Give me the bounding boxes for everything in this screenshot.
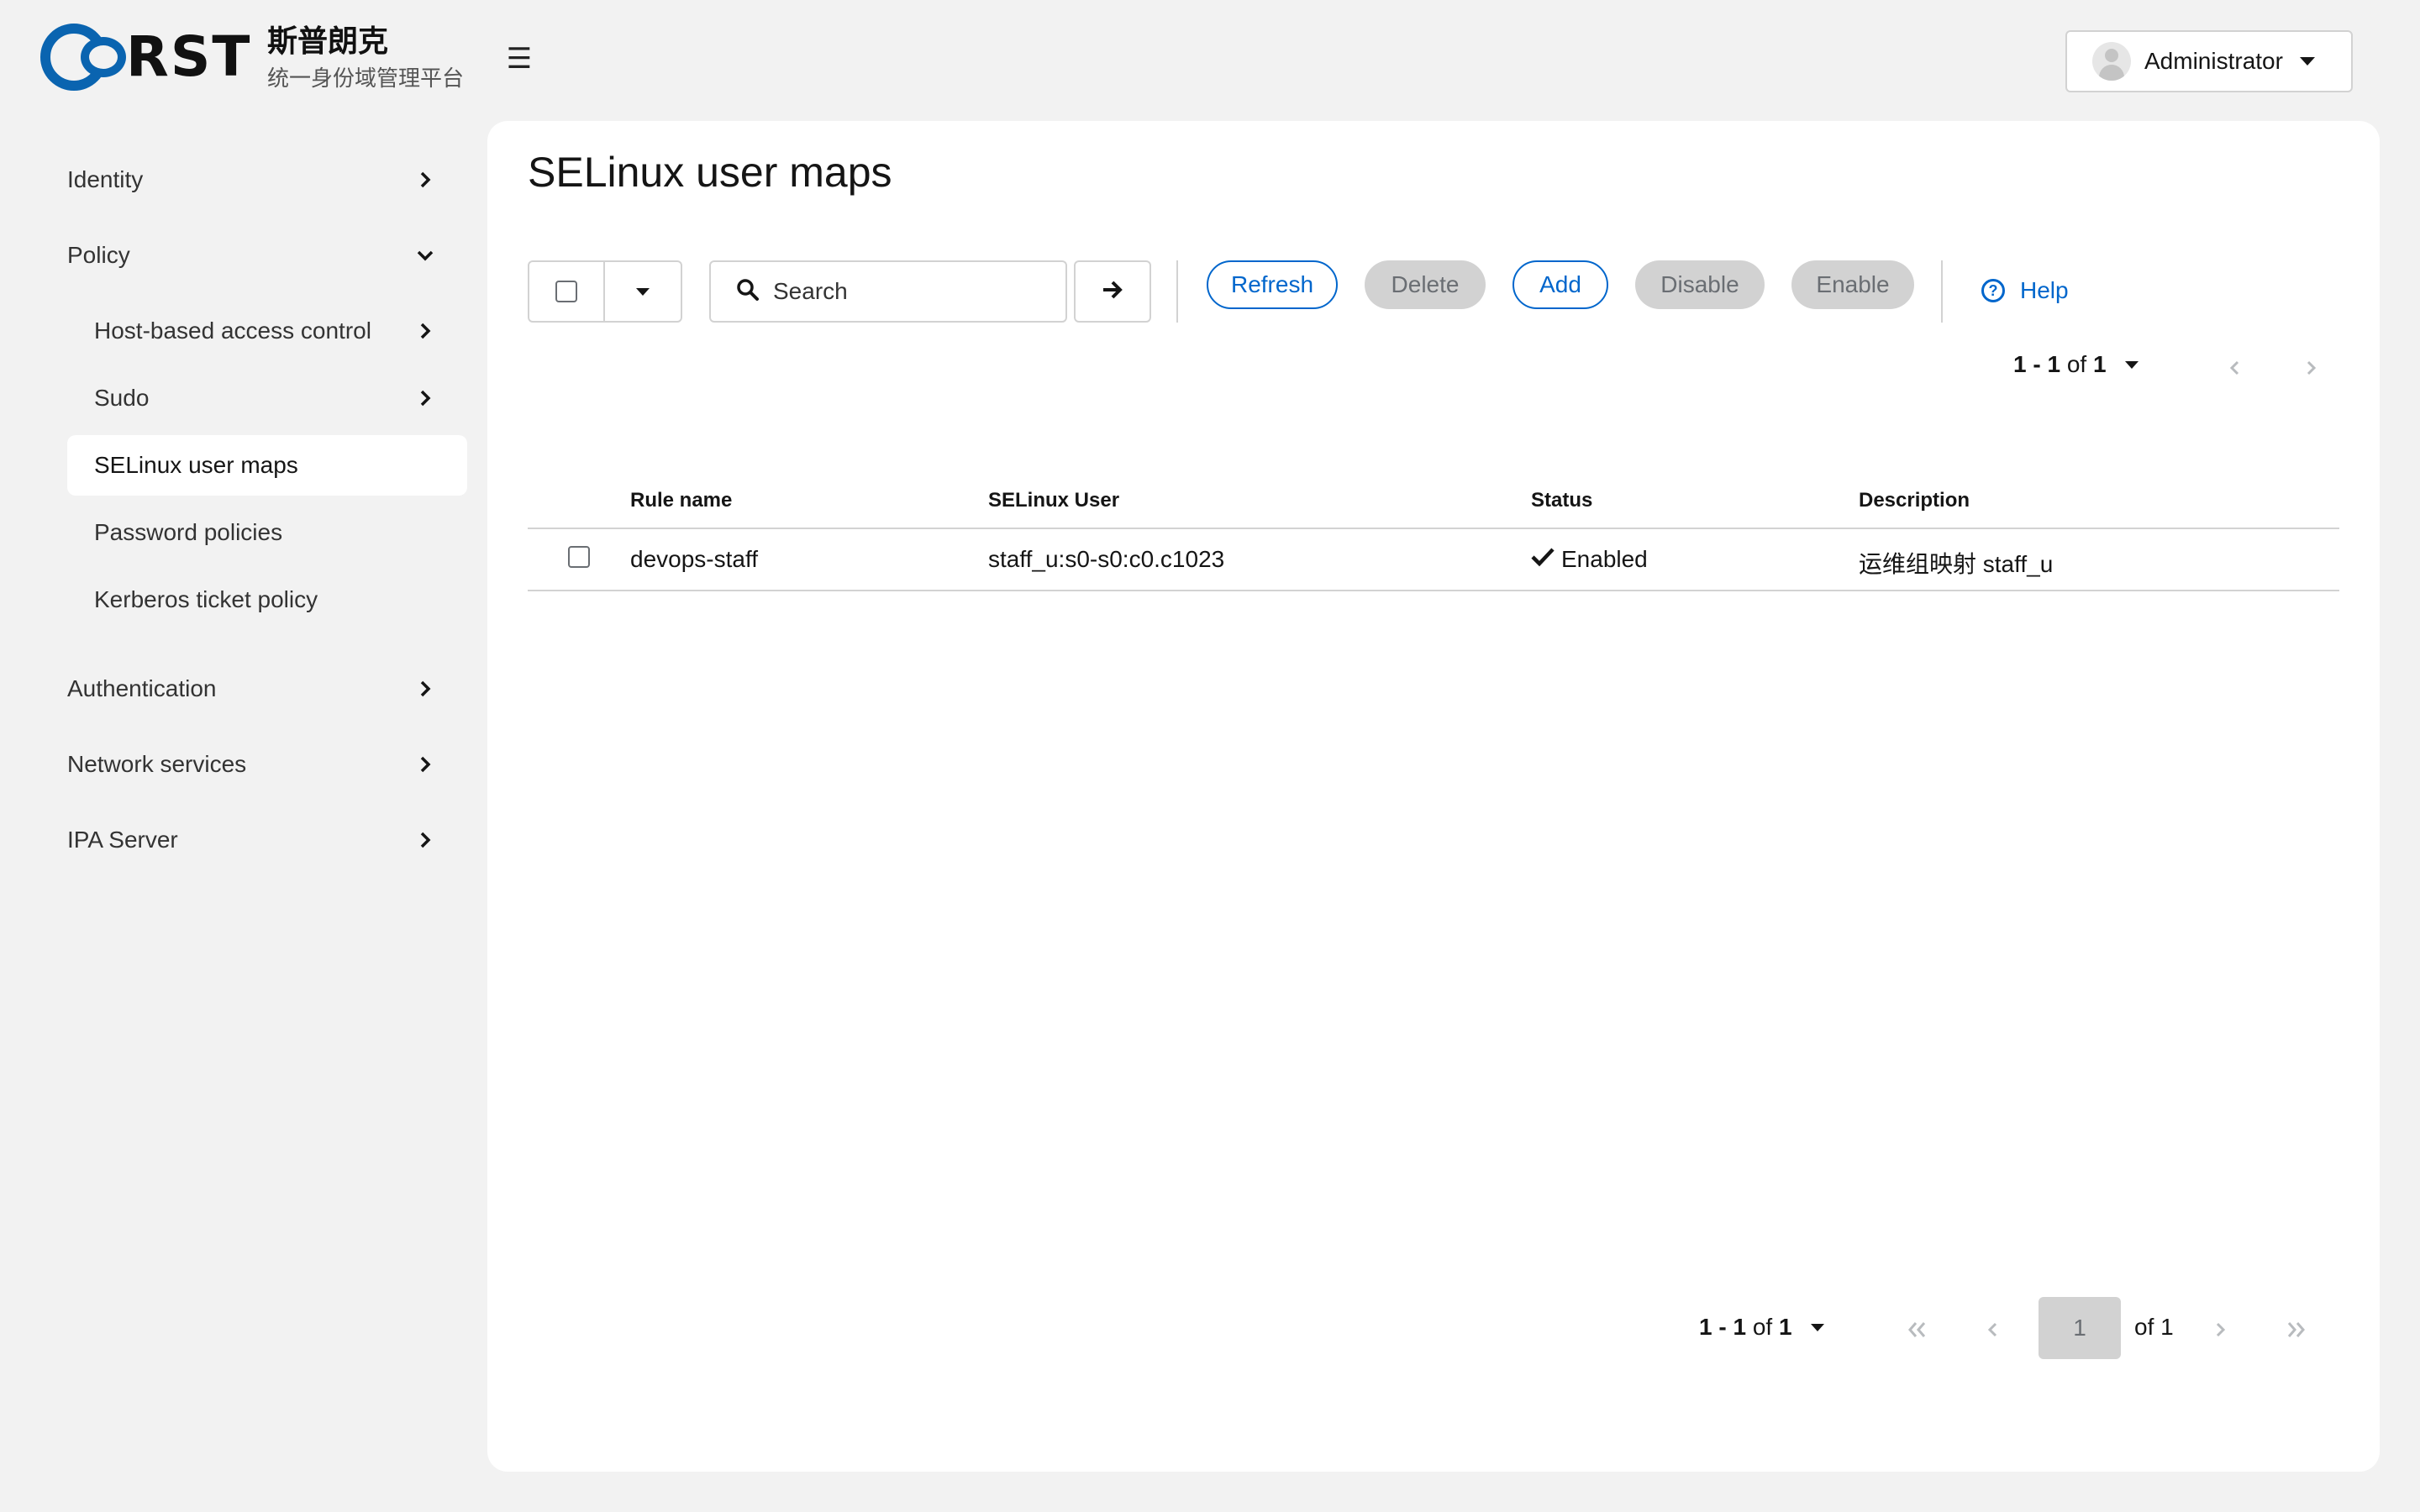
page-title: SELinux user maps [528,149,892,196]
disable-button[interactable]: Disable [1635,260,1765,309]
bulk-select-toggle[interactable] [605,262,681,321]
user-menu-button[interactable]: Administrator [2065,30,2353,92]
search-submit-button[interactable] [1074,260,1151,323]
help-link[interactable]: ? Help [1981,277,2069,304]
main-panel [487,121,2380,1472]
brand-logo: RST [39,22,251,92]
sidebar-item-sudo[interactable]: Sudo [67,368,467,428]
avatar [2092,42,2131,81]
sidebar-item-label: Password policies [94,519,283,545]
range-total: 1 [1778,1314,1792,1340]
sidebar-item-label: Authentication [67,675,217,701]
sidebar-item-identity[interactable]: Identity [67,150,467,210]
row-select-checkbox[interactable] [568,546,590,568]
select-all-checkbox[interactable] [555,281,577,302]
pagination-arrows-top [2218,351,2370,385]
sidebar-item-label: Host-based access control [94,318,371,344]
of-word: of [1752,1314,1773,1340]
chevron-right-icon [415,679,435,699]
description-cell: 运维组映射 staff_u [1859,551,2054,577]
chevron-down-icon [415,245,435,265]
of-word: of [2066,351,2087,377]
sidebar-item-label: SELinux user maps [94,452,298,478]
search-box [709,260,1067,323]
first-page-button[interactable] [1891,1299,1944,1361]
range-end: 1 [1733,1314,1747,1340]
next-page-button-bottom[interactable] [2193,1299,2247,1361]
column-header-status[interactable]: Status [1531,489,1592,512]
sidebar-item-selinux-user-maps[interactable]: SELinux user maps [67,435,467,496]
arrow-right-icon [1100,277,1125,307]
search-icon [736,278,760,306]
sidebar-item-label: Identity [67,166,144,192]
chevron-right-icon [415,830,435,850]
chevron-right-icon [415,754,435,774]
sidebar-item-authentication[interactable]: Authentication [67,659,467,719]
column-header-rule-name[interactable]: Rule name [630,489,732,512]
prev-page-button[interactable] [2218,351,2252,385]
status-cell: Enabled [1531,546,1648,573]
table-header-divider [528,528,2339,529]
sidebar-item-hbac[interactable]: Host-based access control [67,301,467,361]
pagination-summary-bottom[interactable]: 1 - 1 of 1 [1699,1314,1824,1341]
hamburger-menu-icon[interactable]: ☰ [501,40,538,77]
caret-down-icon [1810,1323,1824,1331]
toolbar-divider [1176,260,1178,323]
sidebar-item-policy[interactable]: Policy [67,225,467,286]
help-circle-icon: ? [1981,279,2005,302]
sidebar-item-label: Kerberos ticket policy [94,586,318,612]
next-page-button[interactable] [2294,351,2328,385]
chevron-right-icon [415,170,435,190]
bulk-select [528,260,682,323]
brand-name: 斯普朗克 [267,24,389,59]
sidebar-item-ipa-server[interactable]: IPA Server [67,810,467,870]
brand-block: 斯普朗克 统一身份域管理平台 [267,22,464,94]
sidebar-item-label: Network services [67,751,247,777]
column-header-selinux-user[interactable]: SELinux User [988,489,1119,512]
user-name: Administrator [2144,48,2283,74]
selinux-user-cell: staff_u:s0-s0:c0.c1023 [988,546,1225,572]
help-label: Help [2020,277,2069,303]
check-icon [1531,546,1555,573]
range-start: 1 [1699,1314,1712,1340]
select-all-checkbox-area[interactable] [529,262,605,321]
sidebar-item-label: Sudo [94,385,150,411]
caret-down-icon [2124,360,2139,369]
chevron-right-icon [415,321,435,341]
sidebar-item-network-services[interactable]: Network services [67,734,467,795]
sidebar-item-password-policies[interactable]: Password policies [67,502,467,563]
search-input[interactable] [773,278,1059,305]
sidebar-item-label: IPA Server [67,827,178,853]
pagination-summary-top[interactable]: 1 - 1 of 1 [2013,351,2139,378]
table-row [568,546,590,572]
prev-page-button-bottom[interactable] [1966,1299,2020,1361]
logo-rings-icon [39,22,131,92]
toolbar-divider [1941,260,1943,323]
add-button[interactable]: Add [1512,260,1608,309]
page-count: of 1 [2134,1314,2174,1340]
table-row-divider [528,590,2339,591]
sidebar-item-label: Policy [67,242,130,268]
delete-button[interactable]: Delete [1365,260,1486,309]
column-header-description[interactable]: Description [1859,489,1970,512]
brand-subtitle: 统一身份域管理平台 [267,66,465,92]
status-label: Enabled [1561,546,1648,572]
enable-button[interactable]: Enable [1791,260,1914,309]
range-end: 1 [2047,351,2061,377]
last-page-button[interactable] [2269,1299,2323,1361]
chevron-right-icon [415,388,435,408]
rule-name-link[interactable]: devops-staff [630,546,758,573]
logo-text: RST [126,24,252,89]
range-start: 1 [2013,351,2027,377]
caret-down-icon [2299,57,2315,66]
current-page-input[interactable]: 1 [2039,1297,2121,1359]
refresh-button[interactable]: Refresh [1207,260,1338,309]
sidebar-item-kerberos-ticket-policy[interactable]: Kerberos ticket policy [67,570,467,630]
caret-down-icon [636,287,650,296]
range-total: 1 [2092,351,2107,377]
